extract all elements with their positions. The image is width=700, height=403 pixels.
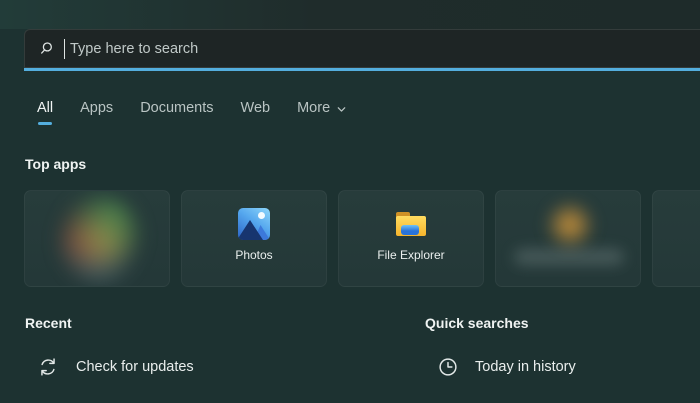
tab-more-label: More: [297, 100, 330, 116]
blurred-app-label: [514, 249, 624, 265]
tab-apps-label: Apps: [80, 100, 113, 116]
backdrop-strip: [0, 0, 700, 29]
quick-search-item-label: Today in history: [475, 359, 576, 375]
clock-icon: [437, 356, 459, 378]
quick-search-item-today-in-history[interactable]: Today in history: [437, 356, 576, 378]
tab-apps[interactable]: Apps: [80, 100, 113, 125]
blurred-app-icon: [544, 197, 596, 253]
photos-mountains-glyph: [238, 208, 270, 240]
tab-all-label: All: [37, 100, 53, 116]
quick-searches-heading: Quick searches: [425, 315, 529, 331]
file-explorer-icon: [395, 208, 427, 240]
search-icon: [38, 40, 55, 57]
app-tile-blurred-1[interactable]: [24, 190, 170, 287]
recent-item-label: Check for updates: [76, 359, 194, 375]
tile-label: Photos: [235, 248, 272, 262]
search-filter-tabs: All Apps Documents Web More: [37, 100, 347, 125]
chevron-down-icon: [336, 104, 347, 115]
refresh-icon: [37, 356, 59, 378]
tab-more[interactable]: More: [297, 100, 347, 125]
active-tab-indicator: [38, 122, 52, 125]
search-accent-underline: [24, 68, 700, 71]
app-tile-photos[interactable]: Photos: [181, 190, 327, 287]
app-tile-blurred-2[interactable]: [495, 190, 641, 287]
tab-web-label: Web: [241, 100, 271, 116]
recent-heading: Recent: [25, 315, 72, 331]
tab-all[interactable]: All: [37, 100, 53, 125]
tab-web[interactable]: Web: [241, 100, 271, 125]
app-tile-file-explorer[interactable]: File Explorer: [338, 190, 484, 287]
photos-icon: [238, 208, 270, 240]
tab-documents-label: Documents: [140, 100, 213, 116]
search-bar[interactable]: [24, 29, 700, 68]
app-tile-partial[interactable]: [652, 190, 700, 287]
recent-item-check-for-updates[interactable]: Check for updates: [37, 356, 194, 378]
top-apps-grid: Photos File Explorer: [24, 190, 700, 287]
tab-documents[interactable]: Documents: [140, 100, 213, 125]
tile-label: File Explorer: [377, 248, 444, 262]
blurred-app-icon: [60, 196, 140, 284]
folder-clip-glyph: [401, 225, 419, 235]
search-input[interactable]: [65, 41, 700, 57]
top-apps-heading: Top apps: [25, 156, 86, 172]
